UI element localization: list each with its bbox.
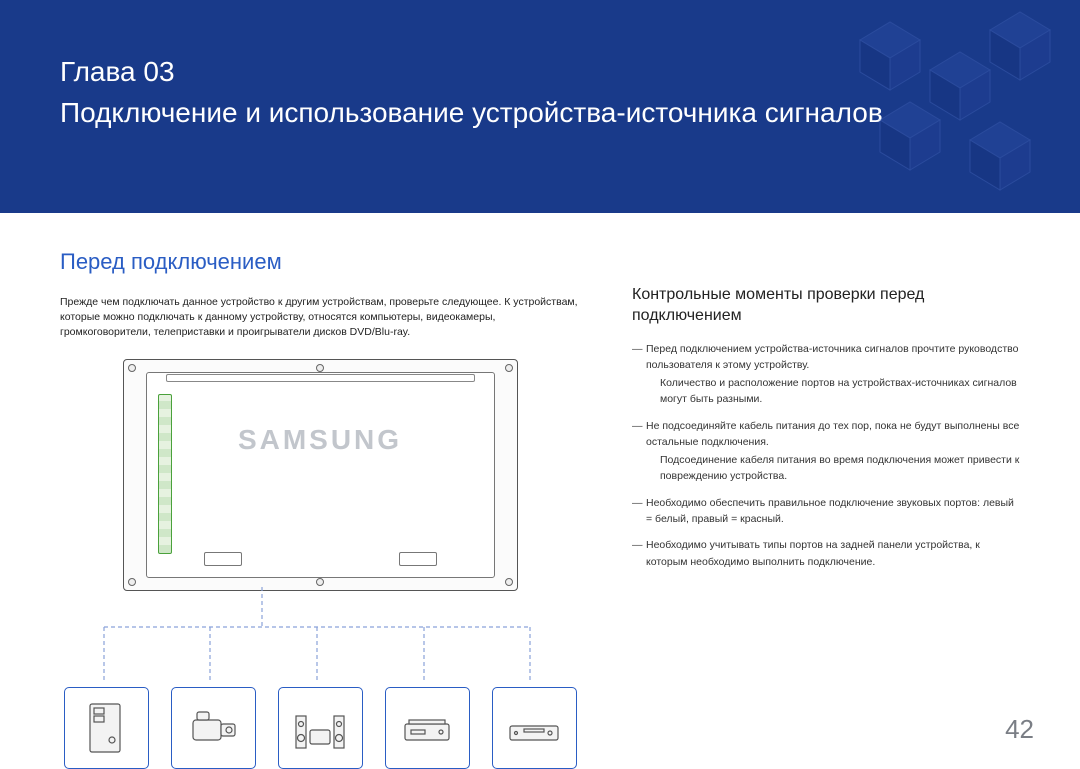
device-camcorder	[171, 687, 256, 769]
connection-tree	[60, 587, 580, 687]
device-row	[64, 687, 577, 769]
connection-diagram: SAMSUNG	[60, 359, 580, 769]
device-back-panel: SAMSUNG	[123, 359, 518, 591]
section-title: Перед подключением	[60, 249, 580, 275]
brand-logo: SAMSUNG	[124, 424, 517, 456]
checklist-item: Необходимо учитывать типы портов на задн…	[632, 537, 1020, 570]
chapter-title: Подключение и использование устройства-и…	[60, 97, 883, 128]
checklist-heading: Контрольные моменты проверки перед подкл…	[632, 285, 1020, 327]
page-number: 42	[1005, 714, 1034, 745]
intro-text: Прежде чем подключать данное устройство …	[60, 295, 580, 341]
checklist: Перед подключением устройства-источника …	[632, 341, 1020, 570]
device-speaker-set	[278, 687, 363, 769]
checklist-item: Необходимо обеспечить правильное подключ…	[632, 495, 1020, 528]
device-set-top-box	[385, 687, 470, 769]
decorative-cubes	[820, 0, 1080, 210]
port-strip-highlight	[158, 394, 172, 554]
checklist-item: Перед подключением устройства-источника …	[632, 341, 1020, 408]
device-pc-tower	[64, 687, 149, 769]
checklist-item: Не подсоединяйте кабель питания до тех п…	[632, 418, 1020, 485]
device-dvd-player	[492, 687, 577, 769]
chapter-banner: Глава 03 Подключение и использование уст…	[0, 0, 1080, 213]
